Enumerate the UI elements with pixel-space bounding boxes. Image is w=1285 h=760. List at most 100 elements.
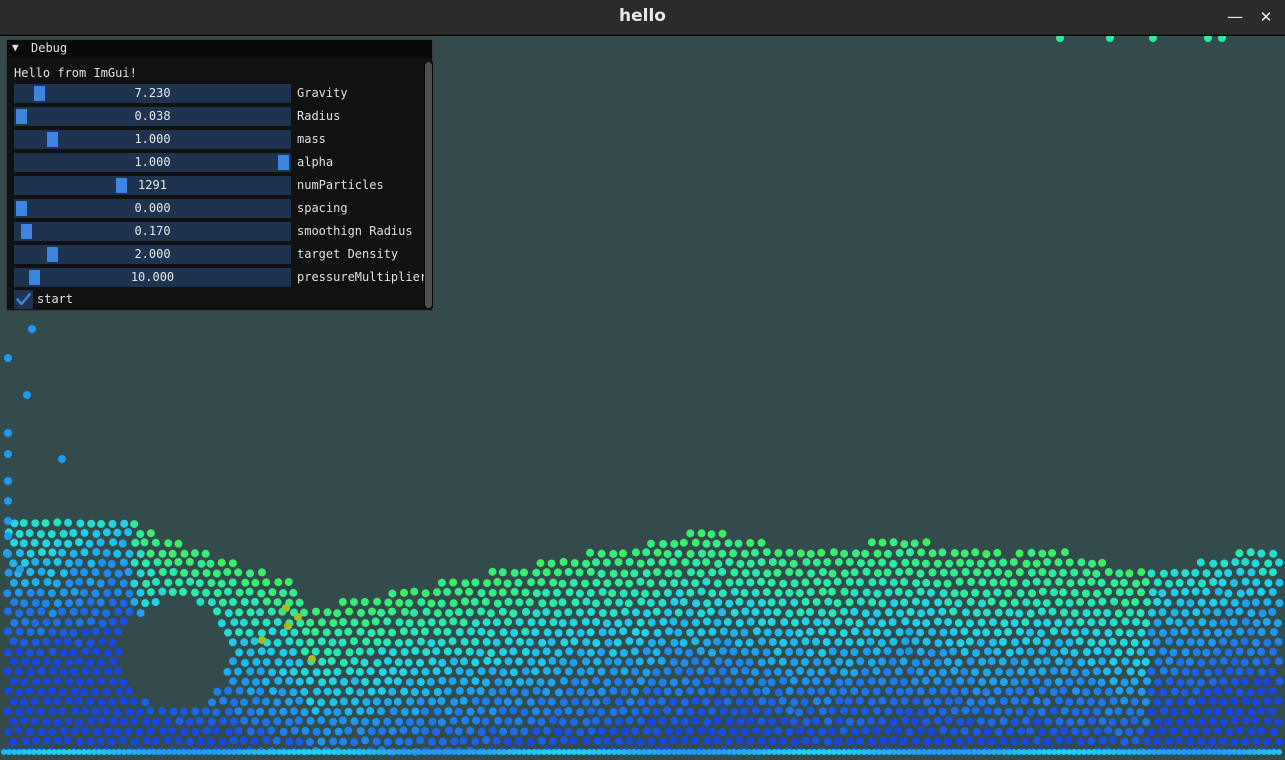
particle (1203, 707, 1212, 716)
close-icon[interactable]: ✕ (1255, 6, 1277, 28)
slider-track[interactable]: 0.038 (14, 107, 291, 126)
particle (1130, 697, 1139, 706)
start-checkbox-row[interactable]: start (14, 290, 214, 309)
particle (454, 727, 463, 736)
particle (889, 718, 898, 727)
particle (850, 707, 859, 716)
particle (527, 578, 536, 587)
slider-label: numParticles (297, 178, 384, 192)
slider-track[interactable]: 0.170 (14, 222, 291, 241)
particle (234, 707, 243, 716)
particle (833, 599, 842, 608)
particle (679, 538, 688, 547)
particle (613, 657, 622, 666)
particle (295, 638, 304, 647)
particle (345, 607, 354, 616)
particle (774, 667, 782, 676)
particle (64, 717, 73, 726)
particle (1257, 668, 1266, 677)
particle (1235, 549, 1244, 558)
particle (53, 676, 61, 685)
debug-window[interactable]: ▼ Debug Hello from ImGui! 7.230 Gravity 0.… (6, 39, 433, 311)
particle (1087, 598, 1096, 607)
particle (674, 549, 683, 558)
debug-window-header[interactable]: ▼ Debug (7, 40, 432, 58)
particle (938, 707, 947, 716)
simulation-viewport[interactable]: ▼ Debug Hello from ImGui! 7.230 Gravity 0.… (0, 36, 1285, 760)
slider-track[interactable]: 2.000 (14, 245, 291, 264)
particle (927, 608, 935, 616)
particle (1170, 707, 1179, 716)
particle (823, 677, 832, 686)
particle (767, 598, 776, 607)
particle (1159, 688, 1168, 697)
particle (736, 717, 745, 726)
particle (404, 658, 413, 667)
particle (806, 549, 815, 558)
particle (141, 599, 150, 608)
particle (471, 578, 480, 587)
particle (329, 698, 338, 707)
particle (614, 619, 623, 628)
particle (59, 648, 68, 657)
slider-track[interactable]: 1.000 (14, 130, 291, 149)
particle (1276, 749, 1282, 755)
particle (92, 727, 101, 736)
particle (1022, 579, 1031, 588)
slider-track[interactable]: 1291 (14, 176, 291, 195)
particle (1087, 658, 1096, 667)
particle (108, 598, 117, 607)
particle (1165, 677, 1174, 686)
particle (1176, 658, 1185, 667)
particle (471, 658, 480, 667)
particle (52, 579, 61, 588)
particle (680, 717, 689, 726)
particle (14, 726, 23, 735)
particle (1050, 648, 1058, 657)
particle (1209, 578, 1218, 586)
particle (950, 549, 959, 557)
particle (609, 549, 618, 558)
particle (642, 548, 651, 557)
particle (532, 568, 541, 577)
particle (669, 658, 678, 667)
slider-track[interactable]: 7.230 (14, 84, 291, 103)
particle (258, 568, 266, 577)
triangle-down-icon[interactable]: ▼ (12, 41, 19, 54)
particle (26, 588, 35, 597)
particle (879, 736, 888, 745)
particle (1070, 648, 1079, 657)
debug-scrollbar-thumb[interactable] (425, 62, 432, 308)
slider-track[interactable]: 10.000 (14, 268, 291, 287)
particle (136, 609, 145, 618)
particle (521, 647, 530, 656)
slider-track[interactable]: 1.000 (14, 153, 291, 172)
particle (1109, 618, 1118, 627)
particle (603, 678, 612, 687)
particle (630, 589, 639, 597)
particle (1158, 589, 1167, 598)
particle (81, 628, 90, 637)
particle (1251, 638, 1260, 647)
particle (30, 538, 39, 547)
particle (355, 647, 364, 656)
particle (515, 618, 524, 627)
minimize-icon[interactable]: — (1224, 6, 1246, 28)
particle (949, 628, 958, 636)
particle (1038, 568, 1047, 577)
debug-scrollbar[interactable] (424, 62, 433, 308)
particle (620, 727, 629, 736)
particle (768, 558, 777, 566)
particle (999, 678, 1008, 687)
particle (64, 539, 73, 548)
particle (778, 736, 787, 745)
particle (757, 558, 766, 567)
start-checkbox[interactable] (14, 290, 33, 309)
particle (1158, 726, 1167, 735)
slider-track[interactable]: 0.000 (14, 199, 291, 218)
particle (1038, 728, 1047, 737)
particle (350, 598, 358, 607)
particle (1093, 608, 1101, 617)
particle (262, 618, 271, 627)
particle (950, 589, 959, 598)
